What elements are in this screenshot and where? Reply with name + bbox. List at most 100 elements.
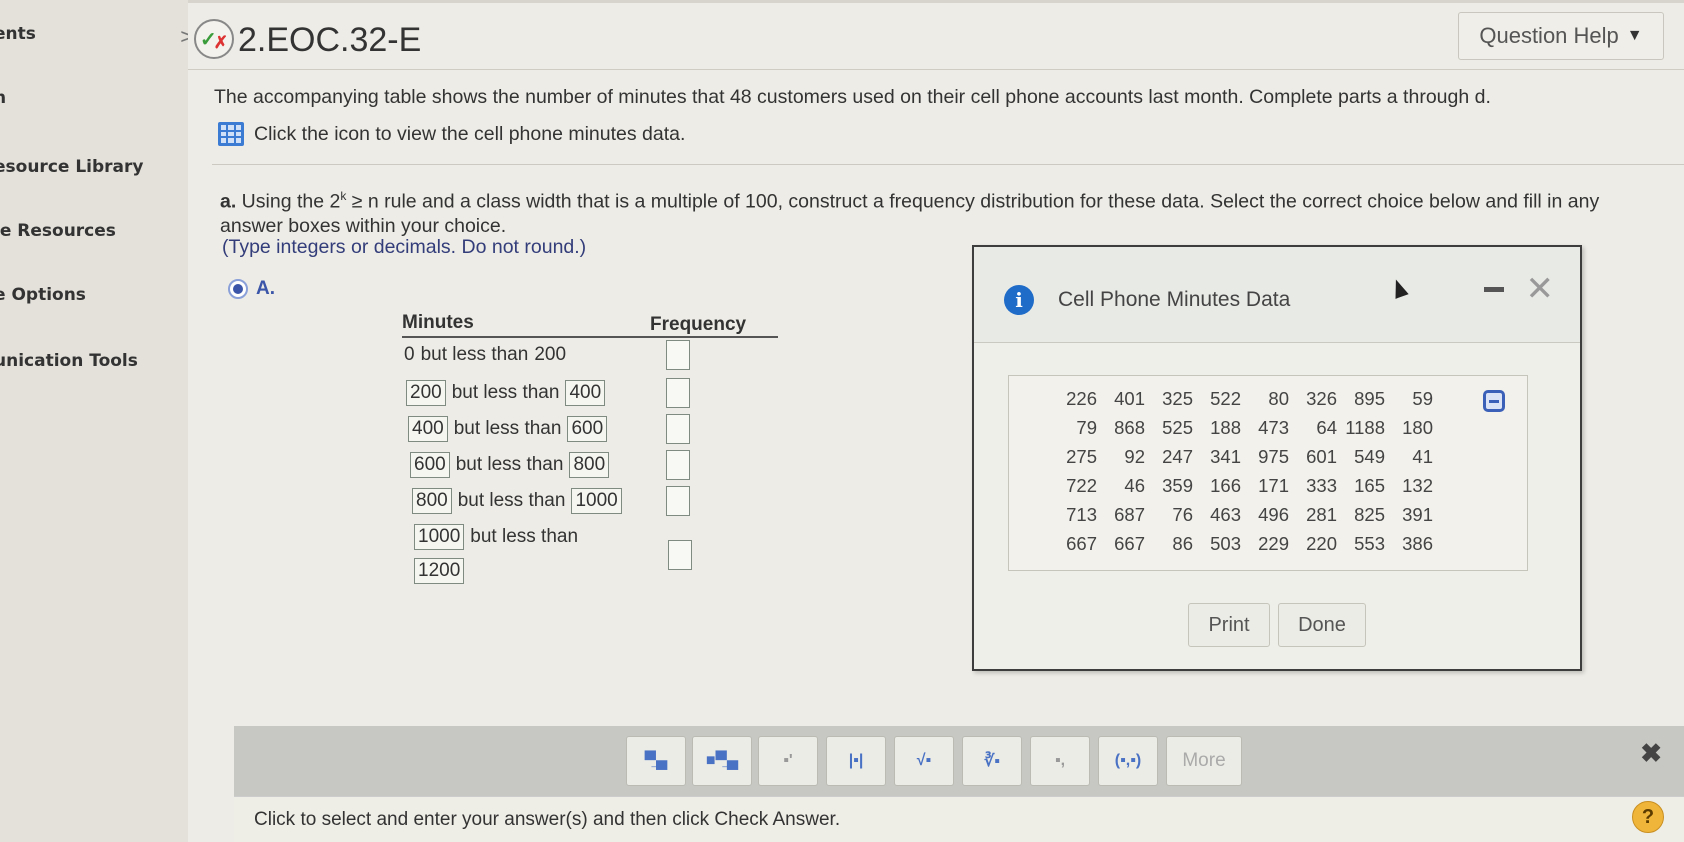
data-cell: 166	[1210, 475, 1241, 496]
header-minutes: Minutes	[402, 312, 474, 333]
connector-text: but less than	[453, 418, 562, 439]
data-cell: 895	[1354, 388, 1385, 409]
square-root-button[interactable]: √▪	[894, 736, 954, 786]
class-lower: 0	[404, 344, 415, 365]
caret-down-icon: ▼	[1626, 27, 1643, 44]
frequency-input[interactable]	[666, 414, 690, 444]
sidebar-item-communication-tools[interactable]: unication Tools >	[0, 351, 212, 375]
ordered-pair-button[interactable]: (▪,▪)	[1098, 736, 1158, 786]
data-cell: 687	[1114, 504, 1145, 525]
radio-selected-icon[interactable]	[228, 279, 248, 299]
data-cell: 825	[1354, 504, 1385, 525]
data-cell: 601	[1306, 446, 1337, 467]
class-lower-input[interactable]: 400	[408, 416, 448, 442]
data-cell: 59	[1412, 388, 1433, 409]
class-upper: 200	[534, 344, 567, 365]
copy-data-icon[interactable]	[1483, 390, 1505, 412]
more-button[interactable]: More	[1166, 736, 1242, 786]
data-cell: 667	[1114, 533, 1145, 554]
mixed-number-button[interactable]: ■▀̲▄	[692, 736, 752, 786]
data-cell: 281	[1306, 504, 1337, 525]
data-cell: 549	[1354, 446, 1385, 467]
data-cell: 46	[1124, 475, 1145, 496]
sidebar-item-options[interactable]: e Options	[0, 285, 204, 305]
class-upper-input[interactable]: 1000	[571, 488, 622, 514]
data-cell: 275	[1066, 446, 1097, 467]
data-cell: 713	[1066, 504, 1097, 525]
data-cell: 333	[1306, 475, 1337, 496]
connector-text: but less than	[451, 382, 560, 403]
data-cell: 226	[1066, 388, 1097, 409]
data-cell: 41	[1412, 446, 1433, 467]
data-cell: 80	[1268, 388, 1289, 409]
nth-root-button[interactable]: ∛▪	[962, 736, 1022, 786]
frequency-input[interactable]	[666, 450, 690, 480]
frequency-input[interactable]	[666, 378, 690, 408]
mouse-cursor-icon	[1389, 277, 1409, 299]
frequency-input[interactable]	[666, 486, 690, 516]
table-row: 200 but less than 400	[402, 374, 778, 410]
sidebar-item-n[interactable]: n	[0, 88, 204, 108]
help-icon[interactable]: ?	[1632, 801, 1664, 833]
data-cell: 326	[1306, 388, 1337, 409]
data-cell: 722	[1066, 475, 1097, 496]
class-upper-input[interactable]: 600	[567, 416, 608, 442]
sidebar-item-contents[interactable]: ents >	[0, 24, 204, 48]
data-cell: 188	[1210, 417, 1241, 438]
absolute-value-button[interactable]: |▪|	[826, 736, 886, 786]
sidebar-item-label: le Resources	[0, 221, 116, 241]
question-help-button[interactable]: Question Help ▼	[1458, 12, 1664, 60]
header-frequency: Frequency	[650, 314, 747, 335]
choice-a-radio[interactable]: A.	[228, 278, 275, 300]
data-cell: 496	[1258, 504, 1289, 525]
data-cell: 401	[1114, 388, 1145, 409]
class-upper-input[interactable]: 800	[569, 452, 610, 478]
data-cell: 868	[1114, 417, 1145, 438]
data-cell: 1188	[1345, 417, 1385, 438]
class-lower-input[interactable]: 600	[410, 452, 450, 478]
dialog-title: Cell Phone Minutes Data	[1058, 288, 1291, 311]
data-cell: 386	[1402, 533, 1433, 554]
table-icon[interactable]	[218, 122, 244, 146]
fraction-button[interactable]: ▀̲▄	[626, 736, 686, 786]
class-lower-input[interactable]: 1000	[414, 524, 465, 550]
sidebar: ents > n esource Library > le Resources …	[0, 0, 220, 842]
connector-text: but less than	[455, 454, 564, 475]
minimize-icon[interactable]	[1484, 287, 1504, 292]
sidebar-item-label: unication Tools	[0, 351, 138, 371]
answer-hint: (Type integers or decimals. Do not round…	[222, 236, 587, 258]
table-row: 600 but less than 800	[402, 446, 778, 482]
data-cell: 525	[1162, 417, 1193, 438]
connector-text: but less than	[470, 526, 579, 547]
sidebar-item-label: esource Library	[0, 157, 144, 177]
sidebar-item-resource-library[interactable]: esource Library >	[0, 157, 220, 181]
data-cell: 325	[1162, 388, 1193, 409]
connector-text: but less than	[457, 490, 566, 511]
view-data-link[interactable]: Click the icon to view the cell phone mi…	[218, 122, 685, 146]
close-toolbar-icon[interactable]: ✖	[1640, 738, 1662, 769]
class-lower-input[interactable]: 200	[406, 380, 446, 406]
done-button[interactable]: Done	[1278, 603, 1366, 647]
data-cell: 667	[1066, 533, 1097, 554]
data-cell: 86	[1172, 533, 1193, 554]
question-id: 2.EOC.32-E	[238, 21, 422, 59]
part-text: Using the 2	[236, 190, 341, 213]
frequency-input[interactable]	[666, 340, 690, 370]
data-cell: 247	[1162, 446, 1193, 467]
data-cell: 975	[1258, 446, 1289, 467]
status-bar: Click to select and enter your answer(s)…	[234, 796, 1684, 842]
status-text: Click to select and enter your answer(s)…	[254, 809, 841, 830]
sidebar-item-resources[interactable]: le Resources	[0, 221, 204, 241]
class-upper-input[interactable]: 400	[565, 380, 606, 406]
table-row: 800 but less than 1000	[402, 482, 778, 518]
data-cell: 463	[1210, 504, 1241, 525]
subscript-button[interactable]: ▪,	[1030, 736, 1090, 786]
class-lower-input[interactable]: 800	[412, 488, 452, 514]
exponent-button[interactable]: ▪'	[758, 736, 818, 786]
print-button[interactable]: Print	[1188, 603, 1270, 647]
question-header: ✓ ✗ 2.EOC.32-E Question Help ▼	[188, 0, 1684, 70]
close-icon[interactable]: ✕	[1526, 269, 1555, 309]
frequency-input[interactable]	[668, 540, 692, 570]
class-upper-input[interactable]: 1200	[414, 558, 465, 584]
sidebar-item-label: n	[0, 88, 7, 108]
